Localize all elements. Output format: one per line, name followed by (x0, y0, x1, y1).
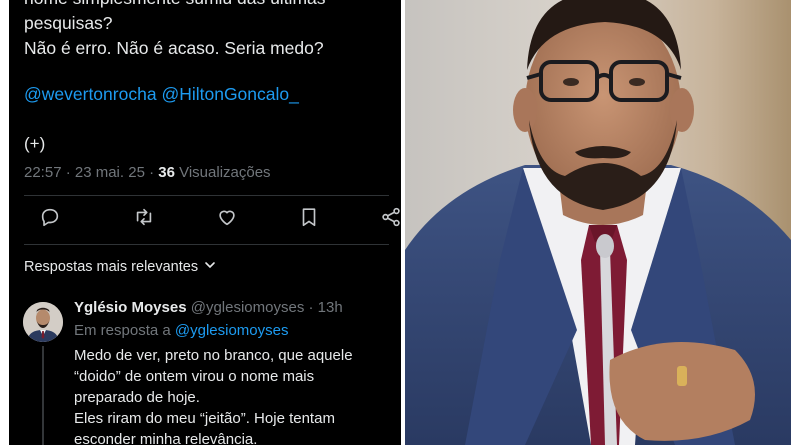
reply-icon (41, 208, 59, 227)
reply-button[interactable] (39, 206, 63, 230)
composite-image: nome simplesmente sumiu das últimas pesq… (0, 0, 800, 445)
retweet-button[interactable] (133, 206, 157, 230)
views-count: 36 (158, 164, 175, 181)
reply-line: Medo de ver, preto no branco, que aquele (74, 347, 353, 364)
avatar[interactable] (23, 302, 63, 342)
reply-line: esconder minha relevância. (74, 431, 258, 445)
reply-to-prefix: Em resposta a (74, 322, 175, 339)
tweet-actions (39, 206, 401, 234)
like-icon (219, 210, 235, 226)
portrait-illustration (405, 0, 791, 445)
reply-context: Em resposta a @yglesiomoyses (74, 322, 289, 339)
bookmark-button[interactable] (298, 206, 322, 230)
divider (24, 244, 389, 245)
divider (24, 195, 389, 196)
chevron-down-icon (204, 259, 216, 275)
reply-text: Medo de ver, preto no branco, que aquele… (74, 345, 394, 445)
reply-line: Eles riram do meu “jeitão”. Hoje tentam (74, 410, 335, 427)
reply-line: preparado de hoje. (74, 389, 200, 406)
tweet-mentions: @wevertonrocha @HiltonGoncalo_ (24, 84, 299, 105)
share-icon (382, 207, 400, 227)
mention-link-hilton[interactable]: @HiltonGoncalo_ (161, 84, 298, 104)
avatar-portrait (23, 302, 63, 342)
reply-author-handle: @yglesiomoyses · 13h (186, 299, 343, 316)
reply-line: “doido” de ontem virou o nome mais (74, 368, 315, 385)
tweet-timestamp[interactable]: 22:57 · 23 mai. 25 · (24, 164, 158, 181)
views-label: Visualizações (174, 164, 271, 181)
reply-to-handle-link[interactable]: @yglesiomoyses (175, 322, 289, 339)
replies-sort-dropdown[interactable]: Respostas mais relevantes (24, 259, 216, 275)
tweet-line: Não é erro. Não é acaso. Seria medo? (24, 38, 324, 58)
expand-text-button[interactable]: (+) (24, 134, 45, 154)
reply-header: Yglésio Moyses @yglesiomoyses · 13h (74, 299, 343, 316)
tweet-line: pesquisas? (24, 13, 113, 33)
share-button[interactable] (380, 206, 401, 230)
reply-author-name[interactable]: Yglésio Moyses (74, 299, 187, 316)
replies-sort-label: Respostas mais relevantes (24, 259, 199, 275)
thread-line (42, 346, 44, 445)
tweet-line: nome simplesmente sumiu das últimas (24, 0, 394, 11)
tweet-text: nome simplesmente sumiu das últimas pesq… (24, 0, 394, 61)
like-button[interactable] (216, 206, 240, 230)
portrait-photo (405, 0, 791, 445)
retweet-icon (136, 208, 152, 226)
tweet-panel: nome simplesmente sumiu das últimas pesq… (9, 0, 401, 445)
bookmark-icon (302, 208, 316, 227)
tweet-meta: 22:57 · 23 mai. 25 · 36 Visualizações (24, 164, 271, 181)
mention-link-weverton[interactable]: @wevertonrocha (24, 84, 157, 104)
